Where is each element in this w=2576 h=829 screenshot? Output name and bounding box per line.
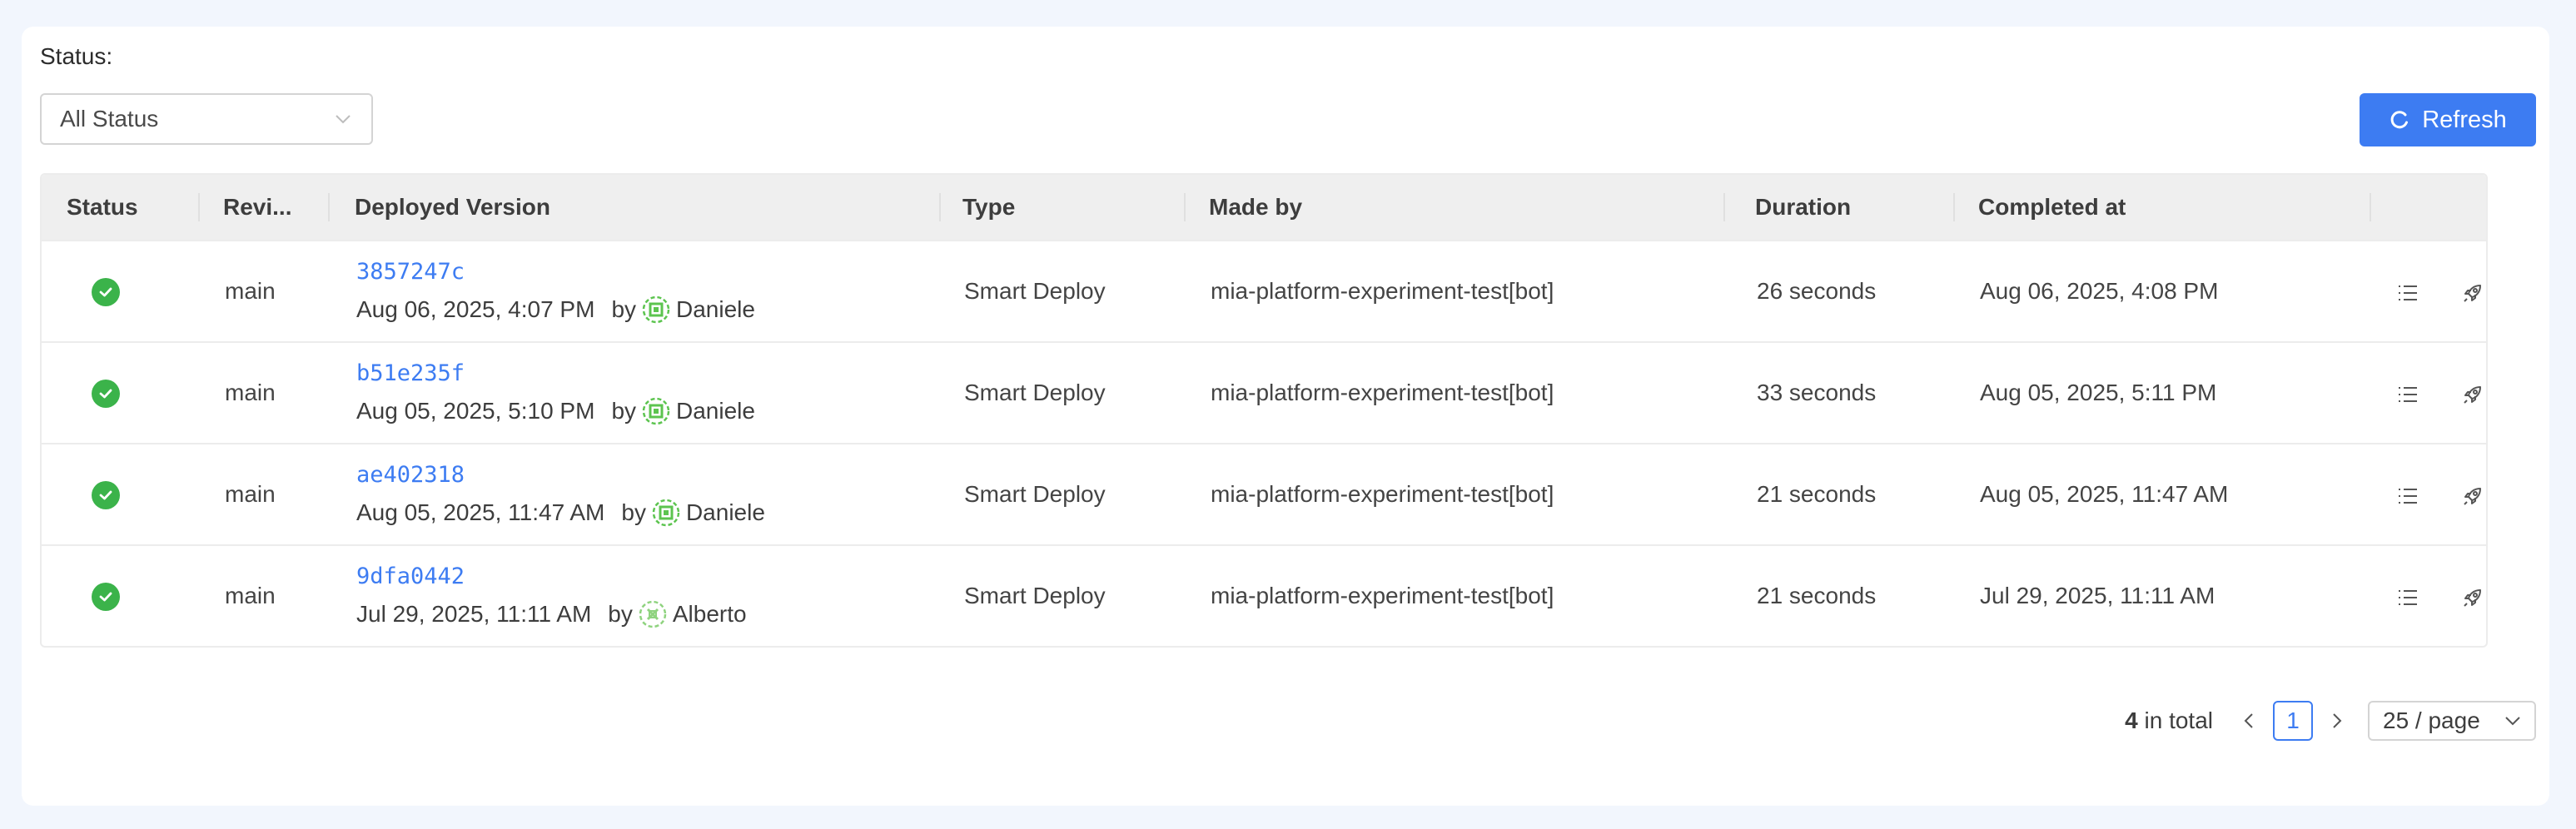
list-icon[interactable]	[2394, 483, 2421, 509]
completed-at-cell: Aug 05, 2025, 5:11 PM	[1980, 380, 2217, 405]
commit-hash: ae402318	[356, 462, 465, 488]
header-divider	[198, 193, 200, 221]
revision-cell: main	[225, 278, 276, 304]
duration-cell: 33 seconds	[1757, 380, 1877, 405]
check-circle-icon	[92, 278, 120, 306]
commit-link[interactable]: b51e235f	[356, 360, 465, 386]
header-completed-at: Completed at	[1978, 194, 2126, 220]
author-name: Daniele	[676, 398, 755, 424]
total-count-label: 4 in total	[2125, 707, 2213, 734]
duration-cell: 21 seconds	[1757, 583, 1877, 608]
header-status: Status	[67, 194, 138, 220]
avatar-icon	[639, 600, 667, 628]
page-1-button[interactable]: 1	[2273, 701, 2313, 741]
commit-hash: 3857247c	[356, 259, 465, 285]
commit-link[interactable]: ae402318	[356, 461, 465, 488]
made-by-cell: mia-platform-experiment-test[bot]	[1211, 583, 1554, 608]
status-filter-label: Status:	[40, 43, 113, 69]
revision-cell: main	[225, 481, 276, 507]
check-circle-icon	[92, 481, 120, 509]
chevron-right-icon[interactable]	[2325, 708, 2350, 733]
completed-at-cell: Jul 29, 2025, 11:11 AM	[1980, 583, 2215, 608]
page-size-select[interactable]: 25 / page	[2368, 701, 2536, 741]
avatar-icon	[642, 397, 670, 425]
table-row: main ae402318 Aug 05, 2025, 11:47 AM by …	[42, 443, 2486, 544]
header-made-by: Made by	[1209, 194, 1303, 220]
duration-cell: 21 seconds	[1757, 481, 1877, 507]
table-row: main 9dfa0442 Jul 29, 2025, 11:11 AM by …	[42, 544, 2486, 646]
type-cell: Smart Deploy	[964, 278, 1106, 304]
rocket-icon[interactable]	[2459, 483, 2486, 509]
check-circle-icon	[92, 583, 120, 611]
revision-cell: main	[225, 380, 276, 405]
duration-cell: 26 seconds	[1757, 278, 1877, 304]
type-cell: Smart Deploy	[964, 583, 1106, 608]
avatar-icon	[652, 499, 680, 527]
commit-hash: 9dfa0442	[356, 563, 465, 589]
chevron-down-icon	[333, 109, 353, 129]
commit-hash: b51e235f	[356, 360, 465, 386]
by-label: by	[611, 398, 637, 424]
deployed-meta: Jul 29, 2025, 11:11 AM by Alberto	[356, 599, 747, 629]
page-size-value: 25 / page	[2383, 707, 2480, 733]
pagination: 4 in total 1 25 / page	[2125, 701, 2536, 741]
table-row: main b51e235f Aug 05, 2025, 5:10 PM by D…	[42, 341, 2486, 443]
author-name: Daniele	[676, 296, 755, 322]
deployed-date: Aug 05, 2025, 5:10 PM	[356, 398, 595, 424]
by-label: by	[608, 601, 633, 627]
author-name: Alberto	[672, 601, 747, 627]
refresh-label: Refresh	[2422, 106, 2507, 133]
revision-cell: main	[225, 583, 276, 608]
header-type: Type	[962, 194, 1016, 220]
made-by-cell: mia-platform-experiment-test[bot]	[1211, 481, 1554, 507]
table-row: main 3857247c Aug 06, 2025, 4:07 PM by D…	[42, 240, 2486, 341]
list-icon[interactable]	[2394, 381, 2421, 408]
avatar-icon	[642, 295, 670, 324]
total-count: 4	[2125, 707, 2138, 733]
deployed-date: Aug 06, 2025, 4:07 PM	[356, 296, 595, 322]
status-filter-select[interactable]: All Status	[40, 93, 373, 145]
header-divider	[2370, 193, 2371, 221]
deployments-table: Status Revi... Deployed Version Type Mad…	[40, 173, 2488, 648]
list-icon[interactable]	[2394, 280, 2421, 306]
made-by-cell: mia-platform-experiment-test[bot]	[1211, 380, 1554, 405]
deployed-meta: Aug 05, 2025, 5:10 PM by Daniele	[356, 396, 755, 426]
rocket-icon[interactable]	[2459, 280, 2486, 306]
chevron-down-icon	[2505, 717, 2520, 726]
header-deployed-version: Deployed Version	[355, 194, 550, 220]
rocket-icon[interactable]	[2459, 381, 2486, 408]
table-header: Status Revi... Deployed Version Type Mad…	[42, 175, 2486, 240]
header-divider	[1953, 193, 1955, 221]
header-revision: Revi...	[223, 194, 292, 220]
header-divider	[1723, 193, 1725, 221]
refresh-button[interactable]: Refresh	[2360, 93, 2536, 146]
by-label: by	[621, 499, 646, 525]
deployed-meta: Aug 05, 2025, 11:47 AM by Daniele	[356, 498, 765, 528]
deployed-date: Jul 29, 2025, 11:11 AM	[356, 601, 592, 627]
chevron-left-icon[interactable]	[2236, 708, 2261, 733]
author-name: Daniele	[685, 499, 765, 525]
type-cell: Smart Deploy	[964, 481, 1106, 507]
total-suffix: in total	[2144, 707, 2214, 733]
deployed-meta: Aug 06, 2025, 4:07 PM by Daniele	[356, 295, 755, 325]
commit-link[interactable]: 9dfa0442	[356, 563, 465, 589]
refresh-icon	[2390, 111, 2409, 129]
rocket-icon[interactable]	[2459, 584, 2486, 611]
commit-link[interactable]: 3857247c	[356, 258, 465, 285]
list-icon[interactable]	[2394, 584, 2421, 611]
type-cell: Smart Deploy	[964, 380, 1106, 405]
header-divider	[1184, 193, 1186, 221]
deployed-date: Aug 05, 2025, 11:47 AM	[356, 499, 605, 525]
made-by-cell: mia-platform-experiment-test[bot]	[1211, 278, 1554, 304]
status-filter-value: All Status	[60, 106, 159, 132]
header-duration: Duration	[1755, 194, 1852, 220]
completed-at-cell: Aug 06, 2025, 4:08 PM	[1980, 278, 2219, 304]
check-circle-icon	[92, 380, 120, 408]
header-divider	[939, 193, 941, 221]
by-label: by	[611, 296, 637, 322]
header-divider	[328, 193, 330, 221]
completed-at-cell: Aug 05, 2025, 11:47 AM	[1980, 481, 2229, 507]
